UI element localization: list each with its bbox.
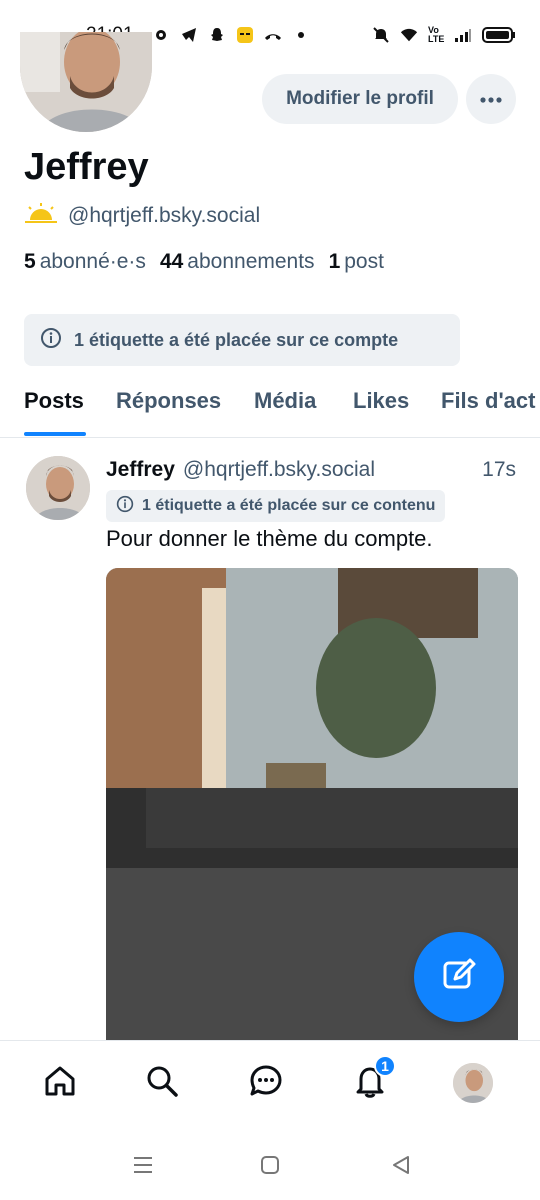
- nav-search[interactable]: [140, 1061, 184, 1105]
- profile-handle: @hqrtjeff.bsky.social: [68, 204, 261, 227]
- following-stat[interactable]: 44 abonnements: [160, 250, 315, 274]
- edit-profile-button[interactable]: Modifier le profil: [262, 74, 458, 124]
- nav-chat[interactable]: [244, 1061, 288, 1105]
- post-label-text: 1 étiquette a été placée sur ce contenu: [142, 497, 436, 514]
- menu-lines-icon: [132, 1156, 154, 1179]
- back-triangle-icon: [391, 1155, 411, 1180]
- bottom-navigation: 1: [0, 1040, 540, 1134]
- snapchat-icon: [208, 26, 226, 44]
- post-label-notice[interactable]: 1 étiquette a été placée sur ce contenu: [106, 490, 446, 522]
- posts-label: post: [344, 250, 384, 273]
- tab-feeds[interactable]: Fils d'act: [441, 388, 535, 414]
- nav-notifications[interactable]: 1: [348, 1055, 396, 1105]
- tab-media[interactable]: Média: [254, 388, 316, 414]
- followers-count: 5: [24, 250, 36, 273]
- sunrise-icon: [24, 202, 58, 230]
- post-author-handle[interactable]: @hqrtjeff.bsky.social: [183, 458, 375, 482]
- info-icon: [116, 495, 134, 518]
- system-navigation-bar: [0, 1134, 540, 1200]
- ellipsis-icon: [480, 90, 502, 108]
- following-count: 44: [159, 250, 184, 273]
- search-icon: [144, 1063, 180, 1104]
- back-button[interactable]: [388, 1154, 414, 1180]
- followers-stat[interactable]: 5 abonné·e·s: [24, 250, 146, 274]
- profile-avatar-small: [453, 1063, 493, 1103]
- post-text: Pour donner le thème du compte.: [106, 526, 433, 551]
- square-icon: [260, 1155, 280, 1180]
- telegram-icon: [180, 26, 198, 44]
- mute-icon: [372, 26, 390, 44]
- network-type-label: Vo LTE: [428, 25, 445, 44]
- active-tab-indicator: [24, 432, 86, 436]
- info-icon: [40, 327, 62, 354]
- status-system-icons: Vo LTE: [372, 26, 516, 44]
- nav-profile[interactable]: [451, 1061, 495, 1105]
- status-notification-icons: [152, 26, 310, 44]
- following-label: abonnements: [187, 250, 315, 273]
- post-header: Jeffrey @hqrtjeff.bsky.social: [106, 458, 375, 482]
- tab-posts[interactable]: Posts: [24, 388, 84, 414]
- post-author-name[interactable]: Jeffrey: [106, 458, 175, 482]
- compose-icon: [441, 957, 477, 998]
- compose-post-button[interactable]: [414, 932, 504, 1022]
- dot-icon: [292, 26, 310, 44]
- profile-display-name: Jeffrey: [24, 146, 149, 188]
- nav-home[interactable]: [38, 1061, 82, 1105]
- profile-avatar[interactable]: [20, 32, 152, 132]
- profile-handle-row: @hqrtjeff.bsky.social: [24, 202, 260, 230]
- chat-icon: [248, 1063, 284, 1104]
- tab-likes[interactable]: Likes: [353, 388, 409, 414]
- posts-stat: 1 post: [329, 250, 384, 274]
- post-timestamp[interactable]: 17s: [482, 458, 516, 482]
- account-label-text: 1 étiquette a été placée sur ce compte: [74, 329, 399, 350]
- wifi-icon: [400, 26, 418, 44]
- home-icon: [42, 1063, 78, 1104]
- recents-button[interactable]: [130, 1154, 156, 1180]
- notification-badge: 1: [374, 1055, 396, 1077]
- tab-replies[interactable]: Réponses: [116, 388, 221, 414]
- missed-call-icon: [264, 26, 282, 44]
- account-label-notice[interactable]: 1 étiquette a été placée sur ce compte: [24, 314, 460, 366]
- posts-count: 1: [328, 250, 341, 273]
- gear-icon: [152, 26, 170, 44]
- app-mask-icon: [236, 26, 254, 44]
- home-system-button[interactable]: [257, 1154, 283, 1180]
- signal-icon: [454, 26, 472, 44]
- followers-label: abonné·e·s: [39, 250, 146, 273]
- battery-icon: [482, 26, 516, 44]
- profile-stats: 5 abonné·e·s 44 abonnements 1 post: [24, 250, 384, 274]
- more-options-button[interactable]: [466, 74, 516, 124]
- profile-tabs: Posts Réponses Média Likes Fils d'act: [0, 372, 540, 438]
- post-author-avatar[interactable]: [26, 456, 90, 520]
